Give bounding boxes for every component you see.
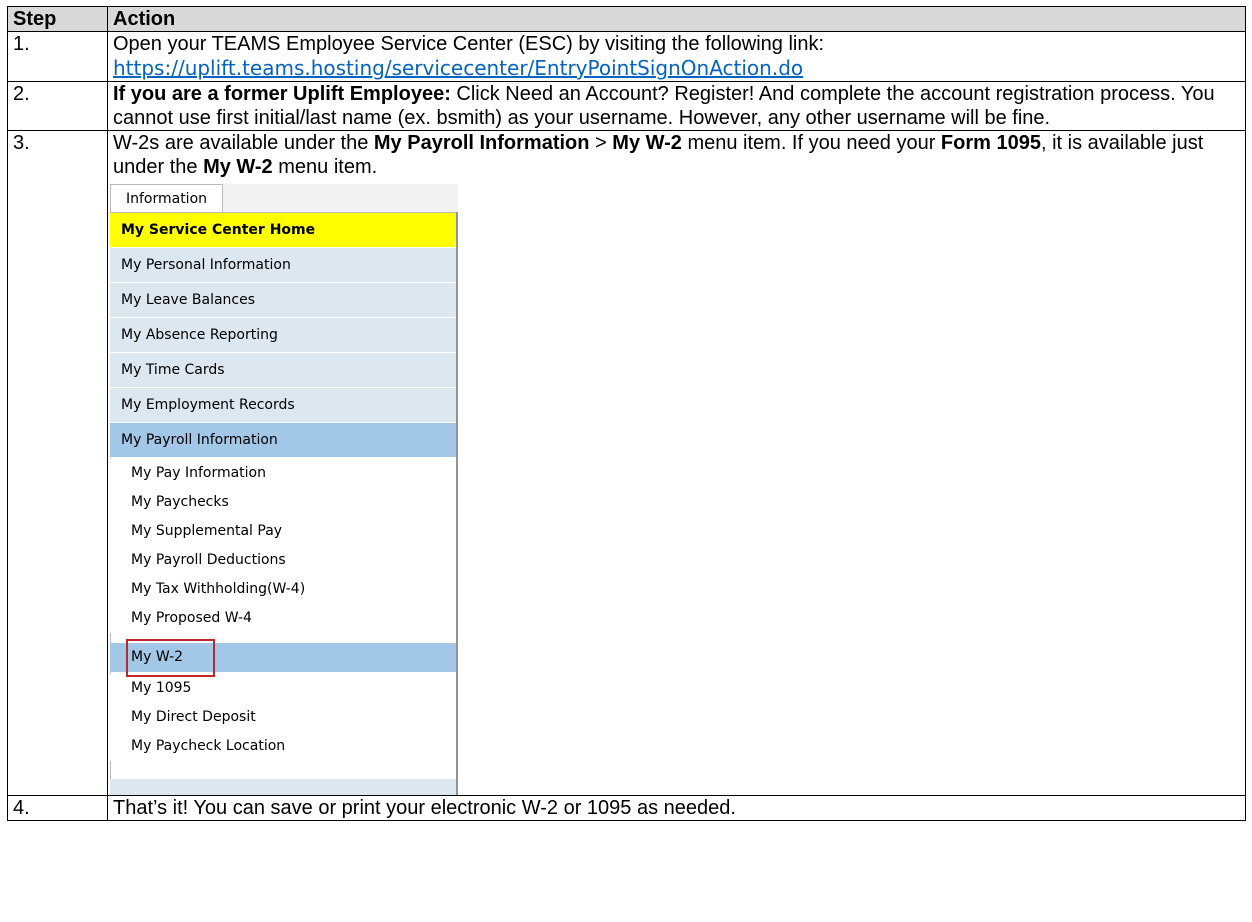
table-header-row: Step Action xyxy=(7,6,1246,32)
menu-item-personal-information[interactable]: My Personal Information xyxy=(110,248,456,283)
submenu-item-tax-withholding[interactable]: My Tax Withholding(W-4) xyxy=(110,575,456,604)
submenu-item-direct-deposit[interactable]: My Direct Deposit xyxy=(110,703,456,732)
step-text: W-2s are available under the My Payroll … xyxy=(113,131,1240,179)
menu-item-payroll-information[interactable]: My Payroll Information xyxy=(110,423,456,458)
step-action: Open your TEAMS Employee Service Center … xyxy=(107,31,1246,82)
submenu-item-1095[interactable]: My 1095 xyxy=(110,674,456,703)
tab-information[interactable]: Information xyxy=(110,184,223,213)
step-number: 2. xyxy=(7,81,108,131)
step-action: W-2s are available under the My Payroll … xyxy=(107,130,1246,796)
bold-segment: My W-2 xyxy=(612,132,682,154)
menu-item-time-cards[interactable]: My Time Cards xyxy=(110,353,456,388)
table-row: 3. W-2s are available under the My Payro… xyxy=(7,130,1246,796)
submenu-item-paychecks[interactable]: My Paychecks xyxy=(110,488,456,517)
menu-item-leave-balances[interactable]: My Leave Balances xyxy=(110,283,456,318)
menu-bottom-bar xyxy=(110,779,456,795)
menu-item-service-center-home[interactable]: My Service Center Home xyxy=(110,213,456,248)
menu-item-employment-records[interactable]: My Employment Records xyxy=(110,388,456,423)
header-step: Step xyxy=(7,6,108,32)
table-row: 1. Open your TEAMS Employee Service Cent… xyxy=(7,31,1246,82)
step-bold-text: If you are a former Uplift Employee: xyxy=(113,83,451,105)
bold-segment: Form 1095 xyxy=(940,132,1041,154)
text-segment: > xyxy=(589,132,613,154)
step-number: 1. xyxy=(7,31,108,82)
submenu-item-paycheck-location[interactable]: My Paycheck Location xyxy=(110,732,456,761)
submenu-item-w2[interactable]: My W-2 xyxy=(110,643,456,672)
step-number: 4. xyxy=(7,795,108,821)
table-row: 2. If you are a former Uplift Employee: … xyxy=(7,81,1246,131)
text-segment: W-2s are available under the xyxy=(113,132,374,154)
step-number: 3. xyxy=(7,130,108,796)
step-action: If you are a former Uplift Employee: Cli… xyxy=(107,81,1246,131)
text-segment: menu item. If you need your xyxy=(681,132,941,154)
bold-segment: My W-2 xyxy=(203,156,273,178)
header-action: Action xyxy=(107,6,1246,32)
esc-menu-screenshot: Information My Service Center Home My Pe… xyxy=(110,184,458,795)
submenu-item-pay-information[interactable]: My Pay Information xyxy=(110,459,456,488)
submenu-item-payroll-deductions[interactable]: My Payroll Deductions xyxy=(110,546,456,575)
bold-segment: My Payroll Information xyxy=(373,132,590,154)
table-row: 4. That’s it! You can save or print your… xyxy=(7,795,1246,821)
submenu-item-proposed-w4[interactable]: My Proposed W-4 xyxy=(110,604,456,633)
esc-link[interactable]: https://uplift.teams.hosting/servicecent… xyxy=(113,56,803,80)
step-action: That’s it! You can save or print your el… xyxy=(107,795,1246,821)
step-text: Open your TEAMS Employee Service Center … xyxy=(113,33,825,55)
submenu-item-supplemental-pay[interactable]: My Supplemental Pay xyxy=(110,517,456,546)
text-segment: menu item. xyxy=(272,156,378,178)
menu-scroll-edge xyxy=(456,212,458,795)
menu-item-absence-reporting[interactable]: My Absence Reporting xyxy=(110,318,456,353)
steps-table: Step Action 1. Open your TEAMS Employee … xyxy=(7,6,1246,821)
